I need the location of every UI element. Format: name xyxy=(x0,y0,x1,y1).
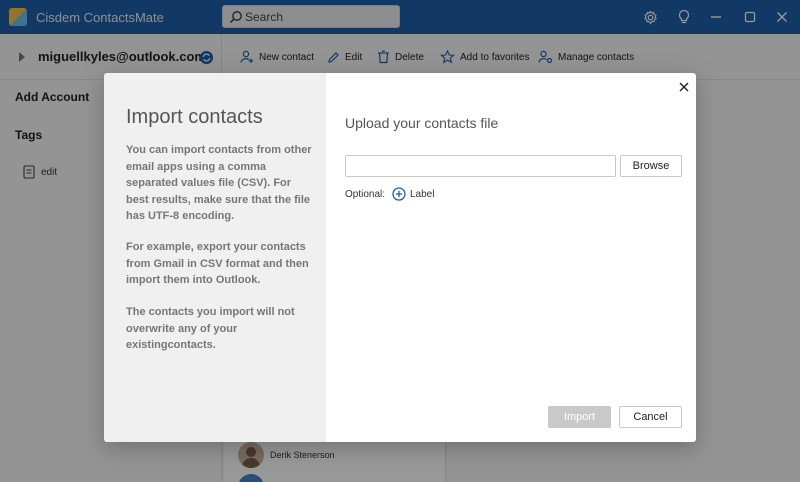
dialog-title: Import contacts xyxy=(126,106,263,128)
info-paragraph-2: For example, export your contacts from G… xyxy=(126,241,309,286)
add-label-button[interactable]: Label xyxy=(392,186,434,202)
dialog-form-panel: Upload your contacts file Browse Optiona… xyxy=(326,73,696,442)
info-paragraph-1: You can import contacts from other email… xyxy=(126,144,312,222)
plus-circle-icon xyxy=(392,187,406,201)
import-button: Import xyxy=(548,406,611,428)
dialog-close-button[interactable] xyxy=(676,79,692,95)
cancel-button[interactable]: Cancel xyxy=(619,406,682,428)
info-paragraph-3: The contacts you import will not overwri… xyxy=(126,306,295,351)
dialog-info-panel: Import contacts You can import contacts … xyxy=(104,73,326,442)
label-link-text: Label xyxy=(410,188,435,200)
optional-label: Optional: xyxy=(345,189,386,200)
browse-button[interactable]: Browse xyxy=(620,155,682,177)
file-path-input[interactable] xyxy=(345,155,616,177)
upload-heading: Upload your contacts file xyxy=(345,115,499,131)
close-icon xyxy=(679,82,689,92)
import-contacts-dialog: Import contacts You can import contacts … xyxy=(104,73,696,442)
